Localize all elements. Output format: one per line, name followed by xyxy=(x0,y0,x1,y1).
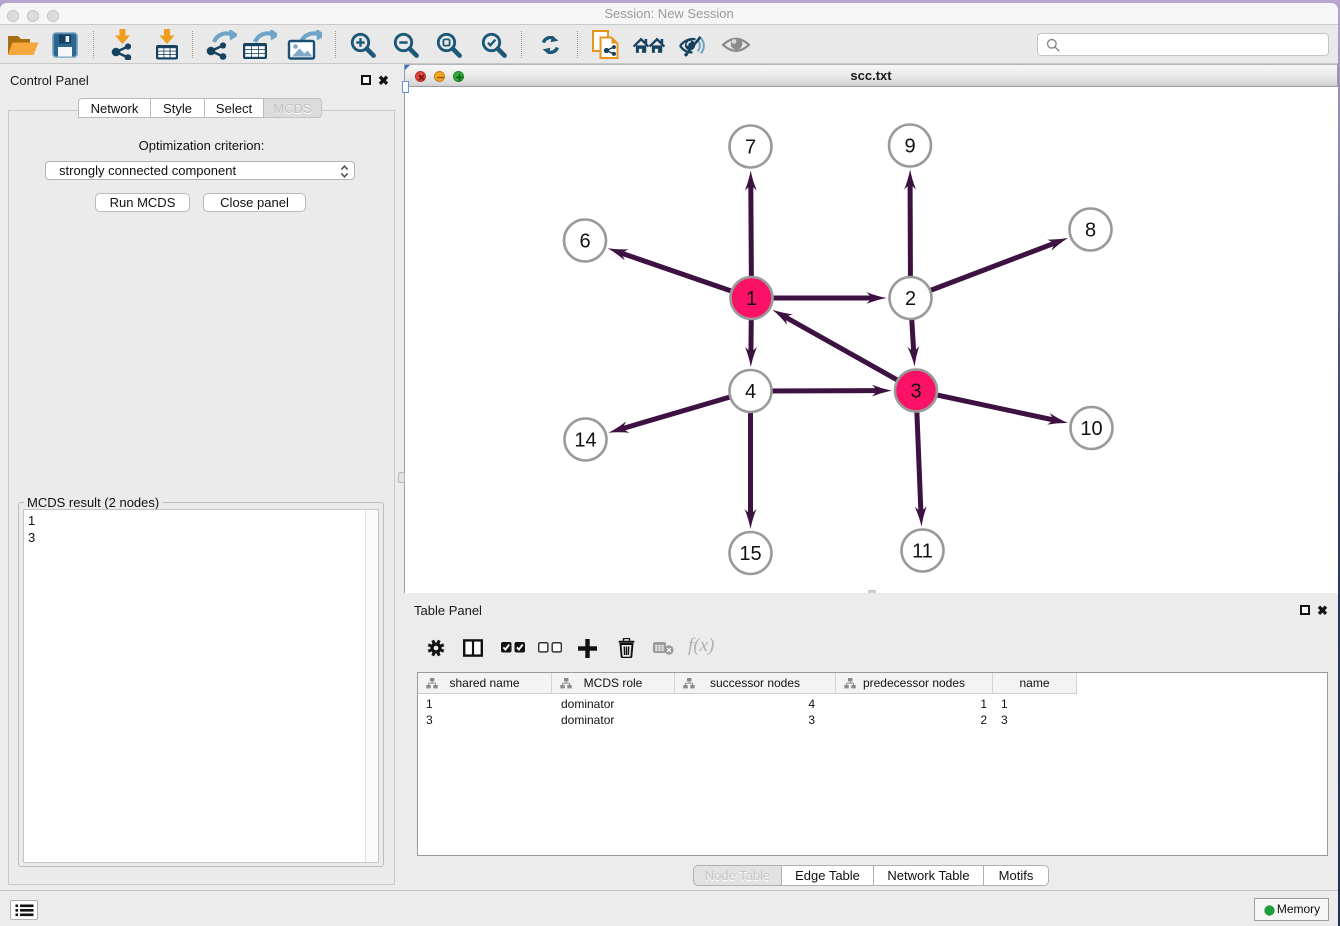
svg-text:2: 2 xyxy=(905,288,916,310)
svg-text:15: 15 xyxy=(739,543,761,565)
svg-text:14: 14 xyxy=(574,430,596,452)
svg-text:9: 9 xyxy=(904,136,915,158)
svg-text:4: 4 xyxy=(745,381,756,403)
svg-text:7: 7 xyxy=(745,137,756,159)
svg-text:1: 1 xyxy=(746,288,757,310)
svg-text:8: 8 xyxy=(1085,220,1096,242)
svg-text:11: 11 xyxy=(912,541,933,563)
svg-text:3: 3 xyxy=(910,381,921,403)
svg-text:6: 6 xyxy=(579,231,590,253)
svg-text:10: 10 xyxy=(1080,418,1102,440)
